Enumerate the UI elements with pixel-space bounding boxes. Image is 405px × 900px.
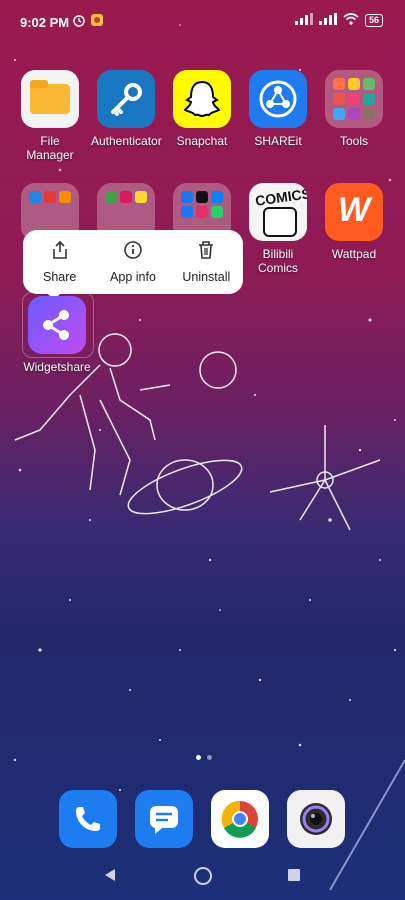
app-wattpad[interactable]: W Wattpad [319,183,389,261]
app-shareit[interactable]: SHAREit [243,70,313,148]
battery-indicator: 56 [364,14,383,27]
app-label: Tools [339,134,368,148]
page-indicator [196,755,212,760]
app-tools-folder[interactable]: Tools [319,70,389,148]
app-snapchat[interactable]: Snapchat [167,70,237,148]
alarm-icon [72,13,86,30]
tools-folder-icon [325,70,383,128]
app-widgetshare[interactable]: Widgetshare [22,296,92,374]
app-label: File Manager [26,134,74,162]
share-nodes-icon [28,296,86,354]
app-label: Authenticator [91,134,162,148]
status-bar: 9:02 PM 56 [0,0,405,46]
status-time: 9:02 PM [20,15,70,30]
w-icon: W [325,183,383,241]
app-info-menu-item[interactable]: App info [96,230,169,294]
share-label: Share [42,270,77,284]
app-label: SHAREit [254,134,302,148]
recents-button[interactable] [287,868,301,887]
wifi-icon [343,13,359,28]
share-menu-item[interactable]: Share [23,230,96,294]
ghost-icon [173,70,231,128]
app-context-menu: Share App info Uninstall [23,230,243,294]
comics-icon: COMICS [249,183,307,241]
phone-icon[interactable] [59,790,117,848]
back-button[interactable] [103,868,117,887]
navigation-bar [0,860,405,900]
page-dot [196,755,201,760]
page-dot [207,755,212,760]
notification-app-icon [90,13,104,30]
share-icon [51,240,69,264]
app-bilibili-comics[interactable]: COMICS Bilibili Comics [243,183,313,275]
key-icon [97,70,155,128]
app-label: Widgetshare [23,360,91,374]
signal-icon-2 [318,13,337,28]
uninstall-menu-item[interactable]: Uninstall [170,230,243,294]
info-icon [123,241,143,264]
app-authenticator[interactable]: Authenticator [91,70,162,148]
signal-icon [294,13,313,28]
trash-icon [197,241,215,264]
uninstall-label: Uninstall [182,270,231,284]
home-button[interactable] [193,866,213,891]
app-label: Snapchat [176,134,228,148]
app-file-manager[interactable]: File Manager [15,70,85,162]
app-label: Wattpad [331,247,377,261]
folder-icon [21,70,79,128]
chrome-icon[interactable] [211,790,269,848]
app-info-label: App info [110,270,156,284]
camera-icon[interactable] [287,790,345,848]
app-label: Bilibili Comics [257,247,298,275]
message-icon[interactable] [135,790,193,848]
share-nodes-icon [249,70,307,128]
